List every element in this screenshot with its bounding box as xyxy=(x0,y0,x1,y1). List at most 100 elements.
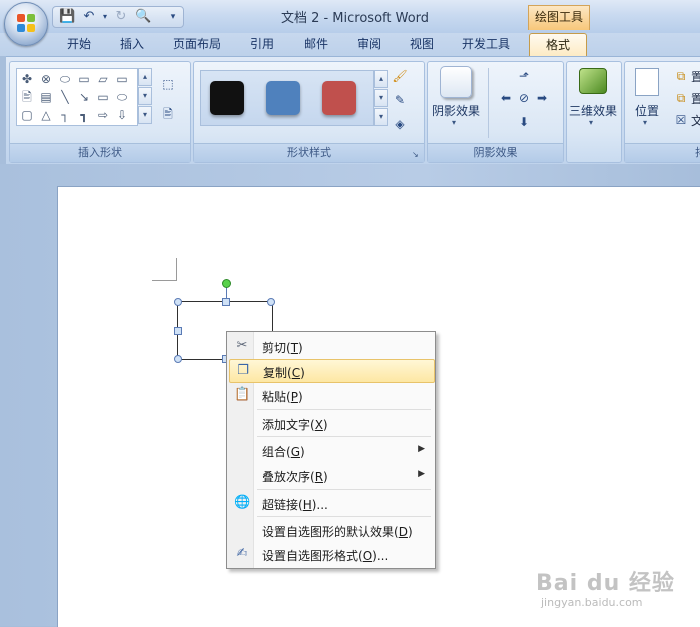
style-swatch[interactable] xyxy=(322,81,356,115)
elbow-arrow-shape-icon[interactable]: ┓ xyxy=(76,107,92,123)
shadow-effects-dropdown-icon[interactable]: ▾ xyxy=(452,118,456,127)
office-logo-icon xyxy=(17,14,35,32)
right-arrow-shape-icon[interactable]: ⇨ xyxy=(95,107,111,123)
nudge-shadow-up-icon[interactable]: ⬏ xyxy=(516,68,532,84)
office-button[interactable] xyxy=(4,2,48,46)
shapes-scroll-up-icon[interactable]: ▴ xyxy=(138,68,152,86)
position-icon[interactable] xyxy=(635,68,659,96)
save-icon[interactable]: 💾 xyxy=(59,9,75,25)
tab-view[interactable]: 视图 xyxy=(403,33,441,55)
nudge-shadow-left-icon[interactable]: ⬅ xyxy=(498,90,514,106)
style-swatch[interactable] xyxy=(210,81,244,115)
vertical-textbox-shape-icon[interactable]: ▤ xyxy=(38,89,54,105)
triangle-shape-icon[interactable]: △ xyxy=(38,107,54,123)
shape-outline-icon[interactable]: ✎ xyxy=(392,92,408,108)
hyperlink-icon: 🌐 xyxy=(234,495,251,510)
rotation-handle[interactable] xyxy=(222,279,231,288)
elbow-connector-shape-icon[interactable]: ┐ xyxy=(57,107,73,123)
nudge-shadow-right-icon[interactable]: ➡ xyxy=(534,90,550,106)
down-arrow-shape-icon[interactable]: ⇩ xyxy=(114,107,130,123)
arrow-line-shape-icon[interactable]: ↘ xyxy=(76,89,92,105)
group-label-shadow-effects: 阴影效果 xyxy=(428,143,563,162)
nudge-shadow-down-icon[interactable]: ⬇ xyxy=(516,114,532,130)
3d-effects-icon[interactable] xyxy=(579,68,607,94)
redo-icon[interactable]: ↻ xyxy=(113,9,129,25)
3d-effects-dropdown-icon[interactable]: ▾ xyxy=(589,118,593,127)
shape-styles-launcher-icon[interactable]: ↘ xyxy=(412,150,421,159)
group-insert-shapes: ✤ ⊗ ⬭ ▭ ▱ ▭ 🖹 ▤ ╲ ↘ ▭ ⬭ ▢ △ ┐ ┓ ⇨ ⇩ ▴ ▾ … xyxy=(9,61,191,163)
menu-item-set-default-shape[interactable]: 设置自选图形的默认效果(D) xyxy=(229,519,433,541)
bring-to-front-icon[interactable]: ⧉ xyxy=(673,68,689,84)
tab-format[interactable]: 格式 xyxy=(529,33,587,56)
tab-insert[interactable]: 插入 xyxy=(113,33,151,55)
menu-item-cut[interactable]: ✂ 剪切(T) xyxy=(229,335,433,357)
shapes-gallery[interactable]: ✤ ⊗ ⬭ ▭ ▱ ▭ 🖹 ▤ ╲ ↘ ▭ ⬭ ▢ △ ┐ ┓ ⇨ ⇩ xyxy=(16,68,138,126)
customize-qat-icon[interactable]: ▾ xyxy=(165,9,181,25)
position-dropdown-icon[interactable]: ▾ xyxy=(643,118,647,127)
tab-developer[interactable]: 开发工具 xyxy=(455,33,517,55)
tab-home[interactable]: 开始 xyxy=(60,33,98,55)
styles-scroll-up-icon[interactable]: ▴ xyxy=(374,70,388,88)
tab-references[interactable]: 引用 xyxy=(243,33,281,55)
paste-icon: 📋 xyxy=(234,387,251,402)
ribbon-tab-bar: 开始 插入 页面布局 引用 邮件 审阅 视图 开发工具 格式 xyxy=(0,33,700,56)
rectangle-shape-icon[interactable]: ▭ xyxy=(114,71,130,87)
shadow-effects-button[interactable]: 阴影效果 xyxy=(428,102,484,119)
change-shape-icon[interactable]: ◈ xyxy=(392,116,408,132)
circle-x-shape-icon[interactable]: ⊗ xyxy=(38,71,54,87)
undo-icon[interactable]: ↶ xyxy=(81,9,97,25)
shadow-on-off-icon[interactable]: ⊘ xyxy=(516,90,532,106)
shadow-effects-icon[interactable] xyxy=(440,66,472,98)
send-to-back-label[interactable]: 置 xyxy=(691,90,700,107)
styles-more-icon[interactable]: ▾ xyxy=(374,108,388,126)
resize-handle-bottom-left[interactable] xyxy=(174,355,182,363)
undo-dropdown-icon[interactable]: ▾ xyxy=(97,9,113,25)
rect-outline-shape-icon[interactable]: ▭ xyxy=(95,89,111,105)
3d-effects-button[interactable]: 三维效果 xyxy=(567,102,619,119)
shapes-scroll-down-icon[interactable]: ▾ xyxy=(138,87,152,105)
menu-item-hyperlink[interactable]: 🌐 超链接(H)... xyxy=(229,492,433,514)
menu-item-order[interactable]: 叠放次序(R) ▶ xyxy=(229,464,433,486)
tab-review[interactable]: 审阅 xyxy=(350,33,388,55)
shape-styles-gallery[interactable] xyxy=(200,70,374,126)
baidu-watermark-logo: Bai du 经验 xyxy=(536,571,675,596)
styles-scroll-down-icon[interactable]: ▾ xyxy=(374,89,388,107)
shapes-more-icon[interactable]: ▾ xyxy=(138,106,152,124)
bring-to-front-label[interactable]: 置 xyxy=(691,68,700,85)
style-swatch[interactable] xyxy=(266,81,300,115)
menu-item-add-text[interactable]: 添加文字(X) xyxy=(229,412,433,434)
menu-item-paste[interactable]: 📋 粘贴(P) xyxy=(229,384,433,406)
menu-separator xyxy=(257,516,431,517)
textbox-shape-icon[interactable]: 🖹 xyxy=(19,89,35,105)
freeform-shape-icon[interactable]: ✤ xyxy=(19,71,35,87)
edit-shape-icon[interactable]: ⬚ xyxy=(160,76,176,92)
print-preview-icon[interactable]: 🔍 xyxy=(135,9,151,25)
rounded-box-shape-icon[interactable]: ▢ xyxy=(19,107,35,123)
menu-item-group[interactable]: 组合(G) ▶ xyxy=(229,439,433,461)
tab-mailings[interactable]: 邮件 xyxy=(297,33,335,55)
text-wrapping-icon[interactable]: ☒ xyxy=(673,112,689,128)
margin-corner-mark xyxy=(152,258,177,281)
menu-item-copy[interactable]: ❐ 复制(C) xyxy=(229,359,435,383)
context-menu: ✂ 剪切(T) ❐ 复制(C) 📋 粘贴(P) 添加文字(X) 组合(G) ▶ … xyxy=(226,331,436,569)
text-wrapping-label[interactable]: 文 xyxy=(691,112,700,129)
menu-item-format-shape[interactable]: ✍ 设置自选图形格式(O)... xyxy=(229,543,433,565)
line-shape-icon[interactable]: ╲ xyxy=(57,89,73,105)
group-3d-effects: 三维效果 ▾ xyxy=(566,61,622,163)
ellipse-shape-icon[interactable]: ⬭ xyxy=(114,89,130,105)
position-button[interactable]: 位置 xyxy=(627,102,667,119)
window-title: 文档 2 - Microsoft Word xyxy=(280,11,430,26)
tab-page-layout[interactable]: 页面布局 xyxy=(168,33,226,55)
menu-separator xyxy=(257,489,431,490)
send-to-back-icon[interactable]: ⧉ xyxy=(673,90,689,106)
resize-handle-top-right[interactable] xyxy=(267,298,275,306)
group-shadow-effects: 阴影效果 ▾ ⬏ ⬅ ⊘ ➡ ⬇ 阴影效果 xyxy=(427,61,564,163)
shape-fill-icon[interactable]: 🖌 xyxy=(392,68,408,84)
resize-handle-top[interactable] xyxy=(222,298,230,306)
resize-handle-left[interactable] xyxy=(174,327,182,335)
draw-textbox-icon[interactable]: 🖹 xyxy=(160,106,176,122)
resize-handle-top-left[interactable] xyxy=(174,298,182,306)
rounded-rect-shape-icon[interactable]: ▭ xyxy=(76,71,92,87)
parallelogram-shape-icon[interactable]: ▱ xyxy=(95,71,111,87)
oval-shape-icon[interactable]: ⬭ xyxy=(57,71,73,87)
